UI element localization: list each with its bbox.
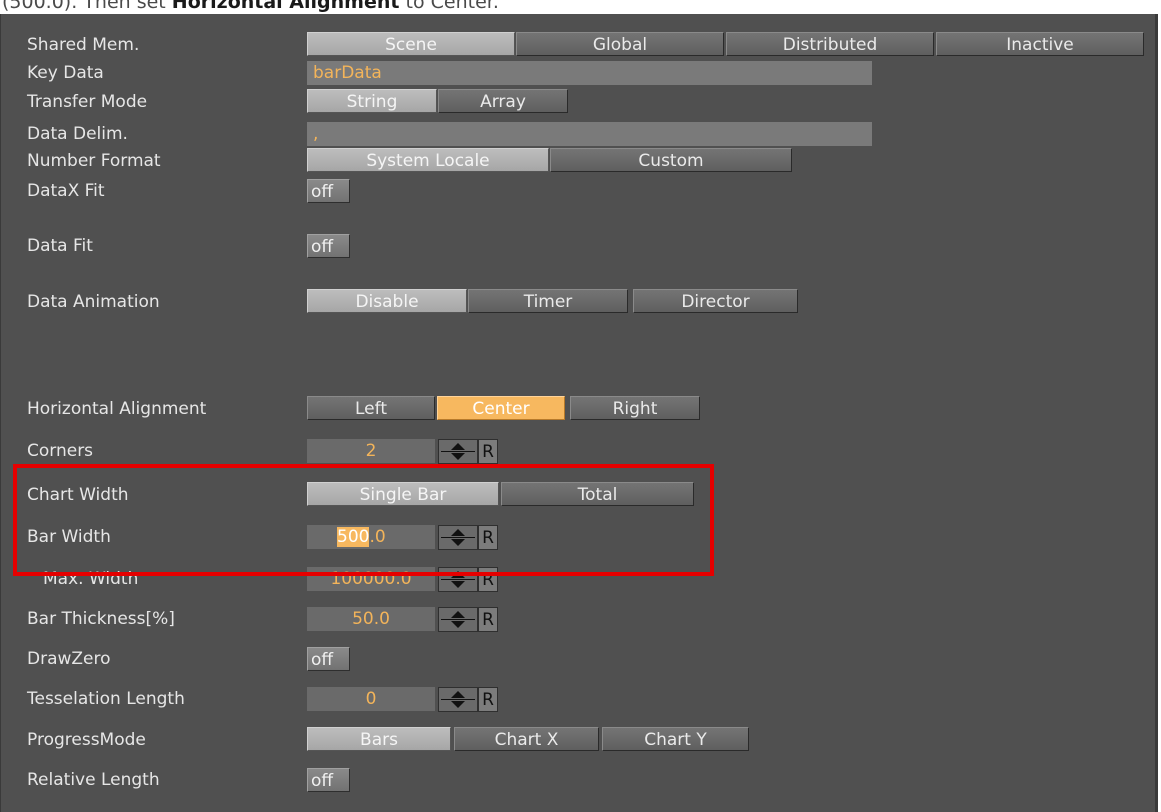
row-data-delim: Data Delim. , [1, 121, 1155, 147]
chart-width-total-button[interactable]: Total [501, 482, 694, 506]
up-down-spinner-icon [441, 443, 475, 460]
instruction-text-fragment: (500.0). Then set Horizontal Alignment t… [0, 0, 1161, 14]
label-shared-mem: Shared Mem. [27, 35, 140, 55]
up-down-spinner-icon [441, 691, 475, 708]
annotation-highlight-box [13, 464, 714, 576]
shared-mem-scene-button[interactable]: Scene [307, 32, 515, 56]
label-data-animation: Data Animation [27, 292, 160, 312]
tesselation-length-input[interactable]: 0 [307, 687, 435, 711]
max-width-input[interactable]: 100000.0 [307, 567, 435, 591]
bar-width-rest-text: .0 [369, 527, 386, 547]
bar-width-selected-text: 500 [337, 527, 370, 547]
transfer-mode-array-button[interactable]: Array [438, 89, 568, 113]
row-data-fit: Data Fit off [1, 233, 1155, 259]
horizontal-alignment-right-button[interactable]: Right [570, 396, 700, 420]
row-data-animation: Data Animation Disable Timer Director [1, 289, 1155, 315]
chart-width-single-bar-button[interactable]: Single Bar [307, 482, 499, 506]
instruction-prefix: (500.0). Then set [2, 0, 172, 13]
max-width-spinner[interactable] [438, 567, 478, 592]
bar-thickness-input[interactable]: 50.0 [307, 607, 435, 631]
up-down-spinner-icon [441, 571, 475, 588]
bar-thickness-spinner[interactable] [438, 607, 478, 632]
label-number-format: Number Format [27, 151, 161, 171]
label-tesselation-length: Tesselation Length [27, 689, 185, 709]
row-bar-thickness: Bar Thickness[%] 50.0 R [1, 606, 1155, 632]
label-relative-length: Relative Length [27, 770, 160, 790]
label-chart-width: Chart Width [27, 485, 129, 505]
label-transfer-mode: Transfer Mode [27, 92, 148, 112]
label-data-delim: Data Delim. [27, 124, 128, 144]
row-datax-fit: DataX Fit off [1, 178, 1155, 204]
bar-thickness-reset-button[interactable]: R [478, 607, 498, 632]
tesselation-length-reset-button[interactable]: R [478, 687, 498, 712]
max-width-reset-button[interactable]: R [478, 567, 498, 592]
datax-fit-toggle[interactable]: off [307, 179, 350, 203]
relative-length-toggle[interactable]: off [307, 768, 350, 792]
shared-mem-inactive-button[interactable]: Inactive [936, 32, 1144, 56]
up-down-spinner-icon [441, 529, 475, 546]
progress-mode-bars-button[interactable]: Bars [307, 727, 451, 751]
data-fit-toggle[interactable]: off [307, 234, 350, 258]
label-bar-thickness: Bar Thickness[%] [27, 609, 175, 629]
row-tesselation-length: Tesselation Length 0 R [1, 686, 1155, 712]
horizontal-alignment-left-button[interactable]: Left [307, 396, 435, 420]
transfer-mode-string-button[interactable]: String [307, 89, 437, 113]
row-relative-length: Relative Length off [1, 767, 1155, 793]
label-key-data: Key Data [27, 63, 104, 83]
label-data-fit: Data Fit [27, 236, 93, 256]
instruction-bold: Horizontal Alignment [171, 0, 400, 13]
row-horizontal-alignment: Horizontal Alignment Left Center Right [1, 396, 1155, 422]
label-bar-width: Bar Width [27, 527, 111, 547]
label-datax-fit: DataX Fit [27, 181, 105, 201]
number-format-system-locale-button[interactable]: System Locale [307, 148, 549, 172]
shared-mem-distributed-button[interactable]: Distributed [726, 32, 934, 56]
row-bar-width: Bar Width 500.0 R [1, 524, 1155, 550]
row-number-format: Number Format System Locale Custom [1, 148, 1155, 174]
label-corners: Corners [27, 441, 94, 461]
corners-reset-button[interactable]: R [478, 439, 498, 464]
data-animation-director-button[interactable]: Director [633, 289, 798, 313]
data-delim-input[interactable]: , [307, 122, 872, 146]
progress-mode-chart-y-button[interactable]: Chart Y [602, 727, 749, 751]
row-corners: Corners 2 R [1, 438, 1155, 464]
up-down-spinner-icon [441, 611, 475, 628]
shared-mem-global-button[interactable]: Global [516, 32, 724, 56]
row-transfer-mode: Transfer Mode String Array [1, 89, 1155, 115]
label-progress-mode: ProgressMode [27, 730, 146, 750]
label-draw-zero: DrawZero [27, 649, 111, 669]
row-key-data: Key Data barData [1, 60, 1155, 86]
draw-zero-toggle[interactable]: off [307, 647, 350, 671]
row-max-width: Max. Width 100000.0 R [1, 566, 1155, 592]
key-data-input[interactable]: barData [307, 61, 872, 85]
data-animation-timer-button[interactable]: Timer [468, 289, 628, 313]
row-chart-width: Chart Width Single Bar Total [1, 482, 1155, 508]
bar-width-spinner[interactable] [438, 525, 478, 550]
corners-input[interactable]: 2 [307, 439, 435, 463]
progress-mode-chart-x-button[interactable]: Chart X [454, 727, 599, 751]
row-draw-zero: DrawZero off [1, 646, 1155, 672]
row-progress-mode: ProgressMode Bars Chart X Chart Y [1, 727, 1155, 753]
tesselation-length-spinner[interactable] [438, 687, 478, 712]
properties-panel: Shared Mem. Scene Global Distributed Ina… [0, 14, 1158, 812]
number-format-custom-button[interactable]: Custom [550, 148, 792, 172]
row-shared-mem: Shared Mem. Scene Global Distributed Ina… [1, 32, 1155, 58]
label-max-width: Max. Width [43, 569, 139, 589]
horizontal-alignment-center-button[interactable]: Center [437, 396, 565, 420]
corners-spinner[interactable] [438, 439, 478, 464]
label-horizontal-alignment: Horizontal Alignment [27, 399, 207, 419]
bar-width-reset-button[interactable]: R [478, 525, 498, 550]
data-animation-disable-button[interactable]: Disable [307, 289, 467, 313]
instruction-suffix: to Center. [399, 0, 499, 13]
bar-width-input[interactable]: 500.0 [307, 525, 435, 549]
